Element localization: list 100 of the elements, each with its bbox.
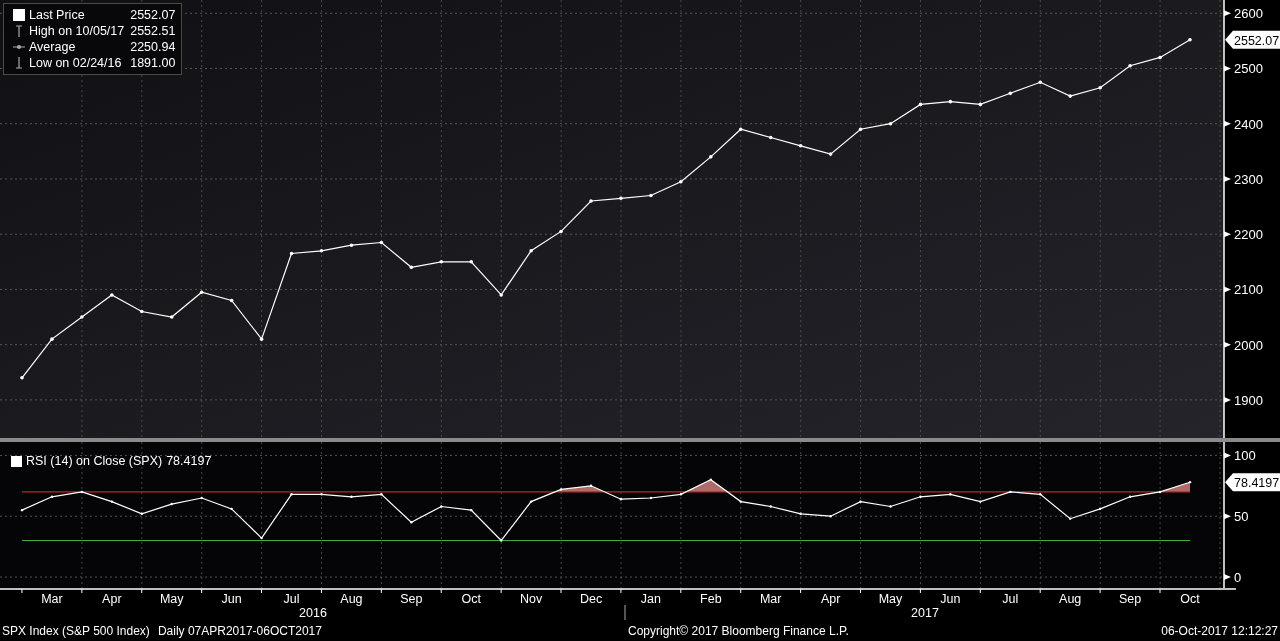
month-label: Jul [283,592,300,606]
price-point [1068,94,1072,98]
rsi-point [829,515,832,518]
price-point [349,243,354,248]
rsi-point [589,484,593,487]
month-label: Oct [1180,592,1200,606]
price-point [199,290,204,294]
price-point [1158,55,1162,60]
month-label: Jun [940,592,961,606]
tick-mark [1224,231,1231,238]
tick-mark [1224,10,1231,17]
rsi-point [440,505,443,508]
rsi-point [649,496,653,500]
axis-label: 0 [1234,570,1242,586]
tick-mark [1224,65,1231,72]
rsi-point [529,500,533,503]
rsi-point [1128,495,1132,498]
rsi-point [1158,490,1162,494]
legend-label: RSI (14) on Close (SPX) [26,454,163,468]
month-label: Oct [461,592,481,606]
month-label: Jan [640,592,661,606]
legend-value: 2552.51 [130,23,176,39]
price-point [1098,86,1102,90]
rsi-point [470,508,473,512]
price-point [1038,80,1043,85]
axis-label: 1900 [1234,392,1263,408]
price-point [918,102,923,107]
price-point [469,260,474,264]
rsi-point [500,539,503,542]
tick-mark [1224,574,1231,581]
month-label: Jun [221,592,242,606]
rsi-point [80,490,84,494]
legend-value: 78.4197 [166,454,212,468]
rsi-point [769,505,772,508]
last-value-tag: 78.4197 [1225,473,1280,492]
price-point [858,127,863,132]
axis-label: 2200 [1234,227,1263,243]
rsi-point [619,498,623,501]
price-point [1008,91,1013,96]
legend-value: 2552.07 [130,7,176,23]
rsi-point [350,495,353,498]
month-label: Dec [579,592,603,606]
rsi-point [1098,507,1102,511]
price-point [978,102,983,107]
price-point [259,337,264,341]
rsi-point [170,502,173,506]
rsi-point [1009,490,1012,494]
month-label: Sep [1119,592,1142,606]
month-label: Aug [1059,592,1082,606]
rsi-point [140,512,143,515]
rsi-point [230,507,233,511]
price-point [289,251,294,256]
price-point [709,155,713,159]
month-label: Nov [520,592,543,606]
last-value-tag: 2552.07 [1225,30,1280,49]
rsi-point [380,493,383,496]
price-point [649,193,653,198]
price-point [409,265,414,270]
price-point [319,248,324,253]
rsi-point [110,500,114,503]
year-label: 2016 [299,606,327,620]
legend-label: High on 10/05/17 [29,23,125,39]
axis-label: 2100 [1234,282,1263,298]
axis-label: 2500 [1234,61,1263,77]
year-label: 2017 [911,606,939,620]
axis-label: 50 [1234,509,1249,525]
month-label: Mar [41,592,63,606]
tick-mark [1224,175,1231,182]
rsi-point [679,493,683,496]
rsi-point [859,500,862,503]
month-label: May [159,592,184,606]
tick-mark [1224,341,1231,348]
rsi-point [50,495,54,498]
tick-mark [1224,452,1231,459]
price-point [798,144,803,148]
rsi-point [799,512,802,515]
month-label: Jul [1002,592,1019,606]
square-icon [12,8,26,22]
month-label: Apr [102,592,122,606]
legend-label: Average [29,39,76,55]
price-point [768,135,773,140]
tick-mark [1224,513,1231,520]
copyright-text: Copyright© 2017 Bloomberg Finance L.P. [628,623,850,638]
axis-label: 2300 [1234,171,1263,187]
price-point [948,99,953,104]
security-name: SPX Index (S&P 500 Index) [2,623,150,638]
rsi-point [20,508,24,512]
axis-label: 2400 [1234,116,1263,132]
price-point [20,376,24,380]
price-point [140,309,144,314]
tick-mark [1224,396,1231,403]
rsi-point [559,488,563,491]
month-label: Sep [400,592,423,606]
axis-label: 2000 [1234,337,1263,353]
legend-label: Low on 02/24/16 [29,55,122,71]
square-icon [11,455,22,467]
price-point [499,293,503,297]
rsi-point [979,500,982,503]
month-label: Mar [759,592,782,606]
price-point [828,152,833,156]
